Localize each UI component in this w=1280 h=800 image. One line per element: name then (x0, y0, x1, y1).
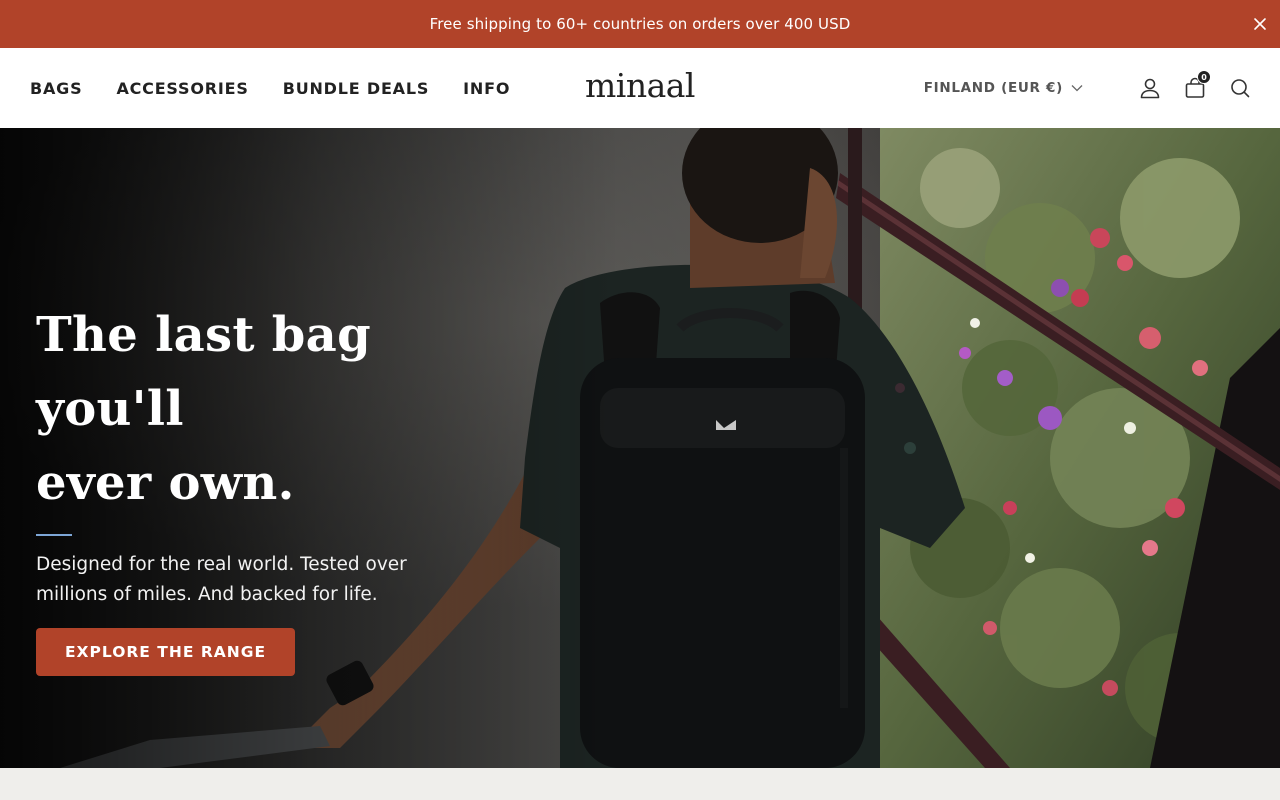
site-logo[interactable]: minaal (585, 66, 696, 105)
hero-title: The last bag you'll ever own. (36, 298, 496, 520)
hero-subtitle: Designed for the real world. Tested over… (36, 554, 407, 605)
hero-title-line-2: ever own. (36, 455, 295, 511)
explore-range-button-label: EXPLORE THE RANGE (64, 643, 267, 661)
nav-item-bags[interactable]: BAGS (30, 79, 82, 98)
account-icon[interactable] (1138, 76, 1162, 100)
chevron-down-icon (1071, 84, 1083, 92)
close-icon[interactable] (1250, 14, 1270, 34)
nav-item-accessories[interactable]: ACCESSORIES (116, 79, 248, 98)
header-tools: FINLAND (EUR €) 0 (924, 48, 1252, 128)
country-selector-label: FINLAND (EUR €) (923, 80, 1063, 96)
site-header: BAGS ACCESSORIES BUNDLE DEALS INFO minaa… (0, 48, 1280, 128)
explore-range-button[interactable]: EXPLORE THE RANGE (36, 628, 295, 676)
below-hero-section (0, 768, 1280, 800)
country-selector[interactable]: FINLAND (EUR €) (924, 80, 1083, 96)
announcement-text: Free shipping to 60+ countries on orders… (429, 15, 851, 33)
nav-item-bundle-deals[interactable]: BUNDLE DEALS (283, 79, 429, 98)
hero-banner: The last bag you'll ever own. Designed f… (0, 128, 1280, 768)
hero-title-line-1: The last bag you'll (36, 307, 371, 437)
cart-count-badge: 0 (1197, 70, 1211, 84)
nav-item-info[interactable]: INFO (463, 79, 510, 98)
announcement-bar: Free shipping to 60+ countries on orders… (0, 0, 1280, 48)
search-icon[interactable] (1228, 76, 1252, 100)
cart-icon[interactable]: 0 (1183, 70, 1211, 100)
main-nav: BAGS ACCESSORIES BUNDLE DEALS INFO (30, 48, 544, 128)
hero-divider (36, 534, 72, 536)
hero-content: The last bag you'll ever own. Designed f… (36, 298, 496, 676)
